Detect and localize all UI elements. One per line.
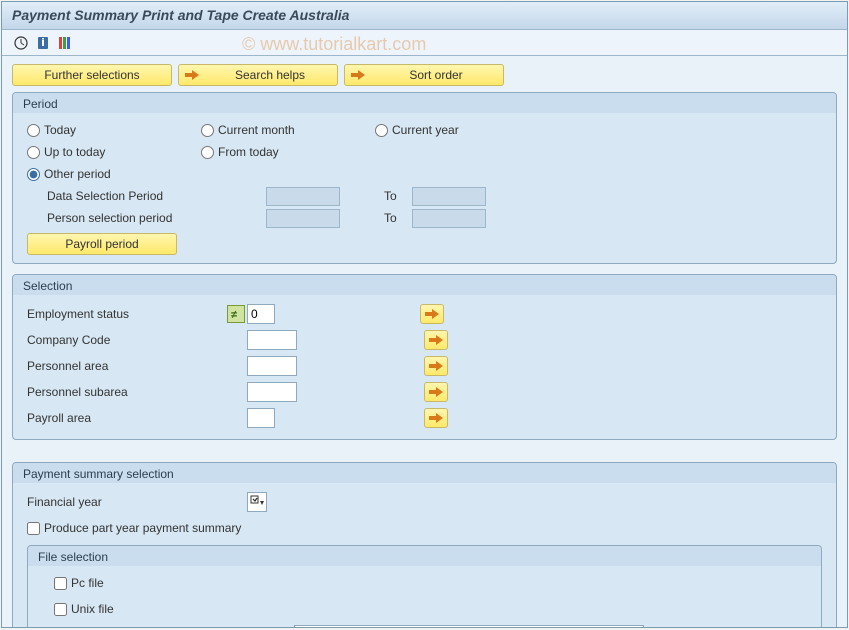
radio-current-year[interactable] <box>375 124 388 137</box>
not-equal-icon[interactable]: ≠ <box>227 305 245 323</box>
payroll-area-label: Payroll area <box>27 411 227 425</box>
company-code-input[interactable] <box>247 330 297 350</box>
toolbar <box>2 30 847 56</box>
file-selection-group: File selection Pc file Unix file <box>27 545 822 627</box>
page-title: Payment Summary Print and Tape Create Au… <box>12 7 349 23</box>
personnel-subarea-label: Personnel subarea <box>27 385 227 399</box>
layout-icon[interactable] <box>56 34 74 52</box>
multiple-selection-button[interactable] <box>420 304 444 324</box>
radio-label: Today <box>44 123 76 137</box>
group-legend: Selection <box>13 275 836 295</box>
part-year-checkbox[interactable] <box>27 522 40 535</box>
data-selection-label: Data Selection Period <box>47 189 262 203</box>
group-legend: Payment summary selection <box>13 463 836 483</box>
pc-file-label: Pc file <box>71 576 104 590</box>
button-label: Search helps <box>207 68 333 82</box>
pc-file-checkbox[interactable] <box>54 577 67 590</box>
sort-order-button[interactable]: Sort order <box>344 64 504 86</box>
radio-label: Up to today <box>44 145 105 159</box>
payroll-period-button[interactable]: Payroll period <box>27 233 177 255</box>
button-label: Payroll period <box>65 237 138 251</box>
radio-current-month[interactable] <box>201 124 214 137</box>
unix-file-name-input[interactable] <box>294 625 644 627</box>
company-code-label: Company Code <box>27 333 227 347</box>
selection-group: Selection Employment status ≠ Company Co… <box>12 274 837 440</box>
financial-year-f4-input[interactable] <box>247 492 267 512</box>
window-frame: Payment Summary Print and Tape Create Au… <box>1 1 848 628</box>
personnel-area-input[interactable] <box>247 356 297 376</box>
employment-status-label: Employment status <box>27 307 227 321</box>
unix-file-label: Unix file <box>71 602 114 616</box>
data-selection-to-input[interactable] <box>412 187 486 206</box>
execute-icon[interactable] <box>12 34 30 52</box>
radio-up-to-today[interactable] <box>27 146 40 159</box>
person-selection-from-input[interactable] <box>266 209 340 228</box>
search-helps-button[interactable]: Search helps <box>178 64 338 86</box>
radio-label: From today <box>218 145 279 159</box>
radio-today[interactable] <box>27 124 40 137</box>
personnel-subarea-input[interactable] <box>247 382 297 402</box>
to-label: To <box>384 211 408 225</box>
group-legend: File selection <box>28 546 821 566</box>
person-selection-label: Person selection period <box>47 211 262 225</box>
multiple-selection-button[interactable] <box>424 408 448 428</box>
arrow-right-icon <box>349 68 367 82</box>
radio-label: Other period <box>44 167 111 181</box>
radio-from-today[interactable] <box>201 146 214 159</box>
radio-other-period[interactable] <box>27 168 40 181</box>
radio-label: Current month <box>218 123 295 137</box>
info-icon[interactable] <box>34 34 52 52</box>
payroll-area-input[interactable] <box>247 408 275 428</box>
selection-buttons-row: Further selections Search helps Sort ord… <box>12 64 837 86</box>
titlebar: Payment Summary Print and Tape Create Au… <box>2 2 847 30</box>
financial-year-label: Financial year <box>27 495 247 509</box>
part-year-label: Produce part year payment summary <box>44 521 241 535</box>
period-group: Period Today Current month Current year <box>12 92 837 264</box>
multiple-selection-button[interactable] <box>424 356 448 376</box>
to-label: To <box>384 189 408 203</box>
radio-label: Current year <box>392 123 459 137</box>
unix-file-checkbox[interactable] <box>54 603 67 616</box>
svg-text:≠: ≠ <box>231 309 237 320</box>
multiple-selection-button[interactable] <box>424 330 448 350</box>
payment-summary-group: Payment summary selection Financial year… <box>12 462 837 627</box>
button-label: Sort order <box>373 68 499 82</box>
group-legend: Period <box>13 93 836 113</box>
multiple-selection-button[interactable] <box>424 382 448 402</box>
employment-status-input[interactable] <box>247 304 275 324</box>
arrow-right-icon <box>183 68 201 82</box>
button-label: Further selections <box>17 68 167 82</box>
further-selections-button[interactable]: Further selections <box>12 64 172 86</box>
personnel-area-label: Personnel area <box>27 359 227 373</box>
content-area: Further selections Search helps Sort ord… <box>2 56 847 627</box>
person-selection-to-input[interactable] <box>412 209 486 228</box>
data-selection-from-input[interactable] <box>266 187 340 206</box>
